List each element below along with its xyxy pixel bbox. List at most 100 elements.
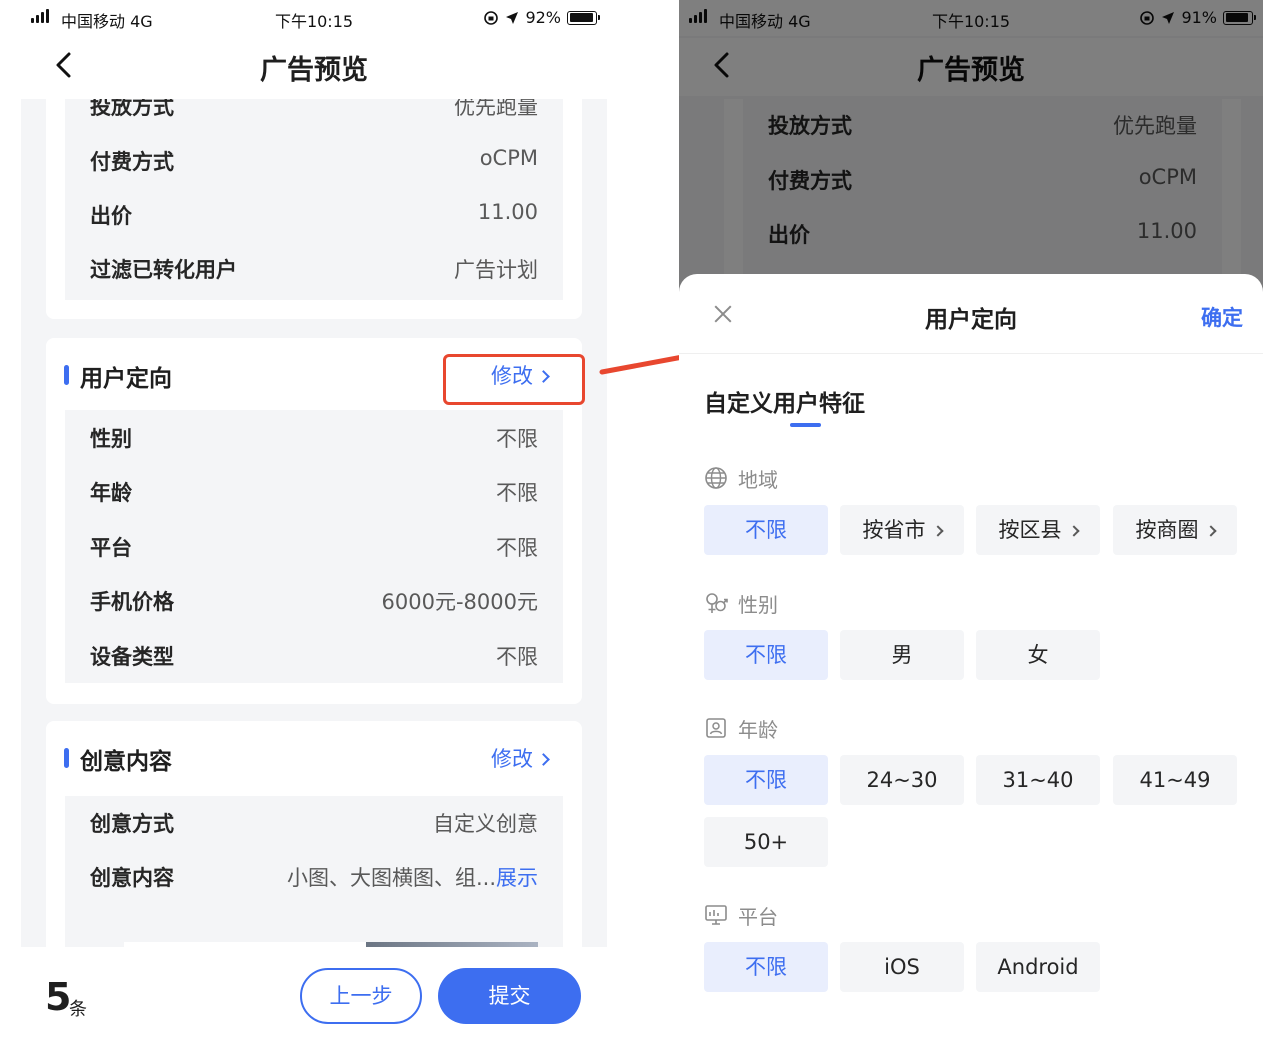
row-value: oCPM [479,146,538,170]
detail-row: 投放方式 优先跑量 [65,99,563,133]
row-key: 性别 [90,427,132,451]
row-key: 出价 [90,204,132,228]
chevron-right-icon [931,525,944,537]
age-option[interactable]: 50+ [704,817,828,867]
row-key: 投放方式 [90,99,174,119]
chevron-right-icon [537,753,550,766]
option-label: 按区县 [998,518,1062,542]
detail-row: 过滤已转化用户 广告计划 [65,242,563,296]
region-option-business-circle[interactable]: 按商圈 [1113,505,1237,555]
creative-card: 创意内容 修改 创意方式 自定义创意 创意内容 小图、大图横图、组...展示 [46,721,582,947]
detail-row: 创意方式 自定义创意 [65,796,563,850]
row-key: 平台 [90,536,132,560]
edit-creative-button[interactable]: 修改 [491,743,550,773]
battery-icon [567,10,600,25]
detail-row: 性别 不限 [65,411,563,465]
bottom-action-bar: 5 条 上一步 提交 [21,947,607,1049]
chevron-right-icon [1067,525,1080,537]
monitor-icon [705,905,727,925]
platform-option-unlimited[interactable]: 不限 [704,942,828,992]
page-title: 广告预览 [260,55,368,86]
creative-header: 创意内容 修改 [46,721,582,793]
group-title: 性别 [738,592,778,617]
region-option-county[interactable]: 按区县 [976,505,1100,555]
gender-option-male[interactable]: 男 [840,630,964,680]
row-key: 创意方式 [90,812,174,836]
region-option-unlimited[interactable]: 不限 [704,505,828,555]
item-count-unit: 条 [69,999,87,1020]
orientation-lock-icon [484,10,499,25]
placement-details: 投放方式 优先跑量 付费方式 oCPM 出价 11.00 过滤已转化用户 广告计划 [65,99,563,300]
tab-custom-features[interactable]: 自定义用户特征 [704,384,865,418]
placement-card: 投放方式 优先跑量 付费方式 oCPM 出价 11.00 过滤已转化用户 广告计划 [46,99,582,319]
targeting-details: 性别 不限 年龄 不限 平台 不限 手机价格 6000元-8000元 设备类型 不限 [65,410,563,683]
gender-option-female[interactable]: 女 [976,630,1100,680]
row-value: 不限 [496,536,538,560]
group-title: 平台 [738,904,778,929]
battery-percent: 92% [525,8,561,27]
nav-bar: 广告预览 [21,38,607,96]
section-marker [64,748,69,768]
row-value: 不限 [496,427,538,451]
option-label: 按商圈 [1135,518,1199,542]
sheet-title: 用户定向 [925,307,1017,333]
preview-scroll-area[interactable]: 投放方式 优先跑量 付费方式 oCPM 出价 11.00 过滤已转化用户 广告计划 用户… [21,99,607,947]
annotation-highlight-box [443,354,585,405]
chevron-right-icon [1204,525,1217,537]
age-option[interactable]: 41~49 [1113,755,1237,805]
row-value: 6000元-8000元 [381,590,538,614]
status-bar: 中国移动 4G 下午10:15 92% [21,0,607,36]
region-group-label: 地域 [704,464,778,492]
row-key: 设备类型 [90,645,174,669]
option-label: 按省市 [862,518,926,542]
detail-row: 设备类型 不限 [65,629,563,683]
detail-row: 平台 不限 [65,520,563,574]
age-option-unlimited[interactable]: 不限 [704,755,828,805]
previous-step-button[interactable]: 上一步 [300,968,422,1024]
gender-option-unlimited[interactable]: 不限 [704,630,828,680]
group-title: 地域 [738,467,778,492]
expand-link[interactable]: 展示 [496,866,538,890]
age-group-label: 年龄 [704,714,778,742]
group-title: 年龄 [738,717,778,742]
gender-group-label: 性别 [704,589,778,617]
left-phone-screen: 中国移动 4G 下午10:15 92% 广告预览 投放方式 优先跑量 付费方式 oC… [21,0,607,1049]
age-icon [706,718,726,738]
detail-row: 年龄 不限 [65,465,563,519]
row-key: 手机价格 [90,590,174,614]
tab-indicator [790,423,821,427]
targeting-bottom-sheet: 用户定向 确定 自定义用户特征 地域 不限 按省市 按区县 按商圈 性别 不限 … [679,274,1263,1049]
section-title: 创意内容 [80,749,172,775]
modal-overlay[interactable] [679,0,1263,300]
row-value: 11.00 [477,200,538,224]
platform-option-android[interactable]: Android [976,942,1100,992]
detail-row: 手机价格 6000元-8000元 [65,574,563,628]
row-key: 创意内容 [90,866,174,890]
row-value: 自定义创意 [433,812,538,836]
creative-content-summary: 小图、大图横图、组... [286,866,496,890]
detail-row: 创意内容 小图、大图横图、组...展示 [65,850,563,904]
edit-label: 修改 [491,747,533,771]
age-option[interactable]: 31~40 [976,755,1100,805]
submit-button[interactable]: 提交 [438,968,581,1024]
detail-row: 出价 11.00 [65,188,563,242]
row-value: 不限 [496,645,538,669]
right-margin [1263,0,1280,1049]
row-key: 过滤已转化用户 [90,258,237,282]
location-icon [506,11,519,24]
detail-row: 付费方式 oCPM [65,134,563,188]
gender-icon [706,593,728,613]
sheet-header: 用户定向 确定 [679,274,1263,354]
platform-group-label: 平台 [704,901,778,929]
region-option-province[interactable]: 按省市 [840,505,964,555]
confirm-button[interactable]: 确定 [1201,302,1243,332]
row-value: 小图、大图横图、组...展示 [287,862,538,892]
row-key: 付费方式 [90,150,174,174]
platform-option-ios[interactable]: iOS [840,942,964,992]
section-title: 用户定向 [80,366,172,392]
globe-icon [705,467,727,489]
row-value: 广告计划 [454,258,538,282]
row-value: 不限 [496,481,538,505]
age-option[interactable]: 24~30 [840,755,964,805]
row-key: 年龄 [90,481,132,505]
